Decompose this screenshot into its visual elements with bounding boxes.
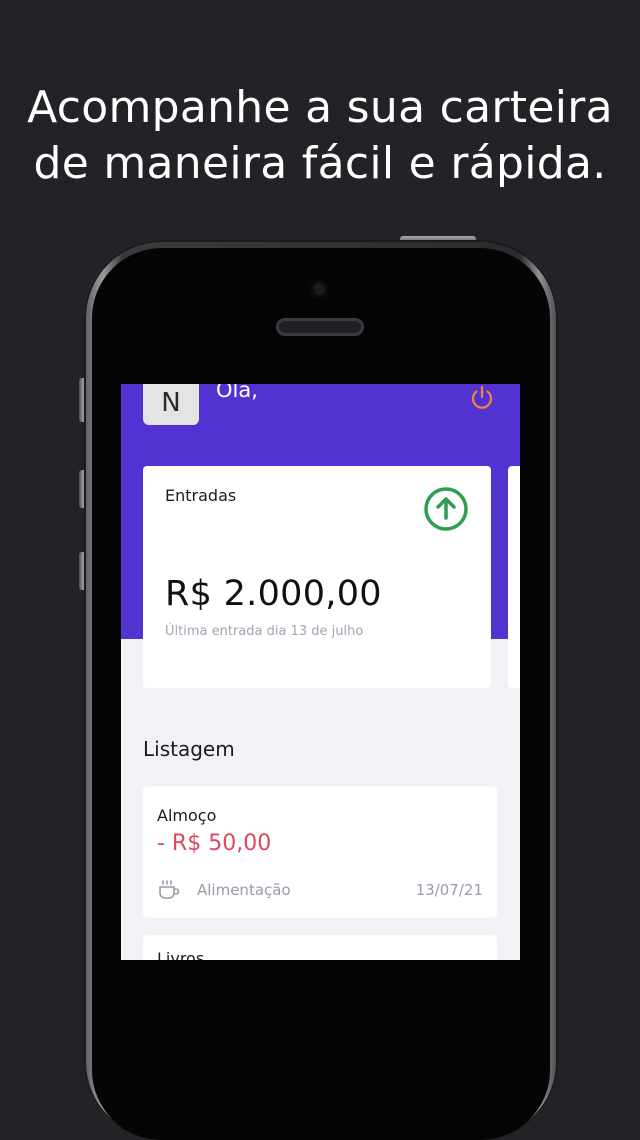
transaction-item[interactable]: Livros	[143, 935, 497, 960]
transaction-category: Alimentação	[197, 881, 291, 899]
listing-title: Listagem	[143, 737, 235, 761]
greeting-text: Olá,	[216, 384, 258, 402]
income-amount: R$ 2.000,00	[165, 574, 382, 614]
headline: Acompanhe a sua carteira de maneira fáci…	[0, 80, 640, 192]
power-icon[interactable]	[469, 384, 495, 412]
transaction-title: Almoço	[157, 806, 217, 825]
avatar[interactable]: N	[143, 384, 199, 425]
income-last-entry: Última entrada dia 13 de julho	[165, 624, 364, 639]
transaction-title: Livros	[157, 949, 205, 960]
headline-line-1: Acompanhe a sua carteira	[27, 82, 613, 133]
headline-line-2: de maneira fácil e rápida.	[33, 138, 607, 189]
app-screen: N Olá, Entradas R$ 2.000,00 Última entra…	[121, 384, 520, 960]
arrow-up-circle-icon	[424, 487, 468, 531]
income-card[interactable]: Entradas R$ 2.000,00 Última entrada dia …	[143, 466, 491, 688]
transaction-date: 13/07/21	[415, 881, 483, 899]
income-card-label: Entradas	[165, 486, 237, 505]
phone-speaker	[276, 318, 364, 336]
phone-camera	[310, 280, 328, 298]
next-card-peek[interactable]	[508, 466, 520, 688]
transaction-item[interactable]: Almoço - R$ 50,00 Alimentação 13/07/21	[143, 786, 497, 918]
transaction-amount: - R$ 50,00	[157, 831, 272, 856]
coffee-icon	[159, 880, 180, 899]
